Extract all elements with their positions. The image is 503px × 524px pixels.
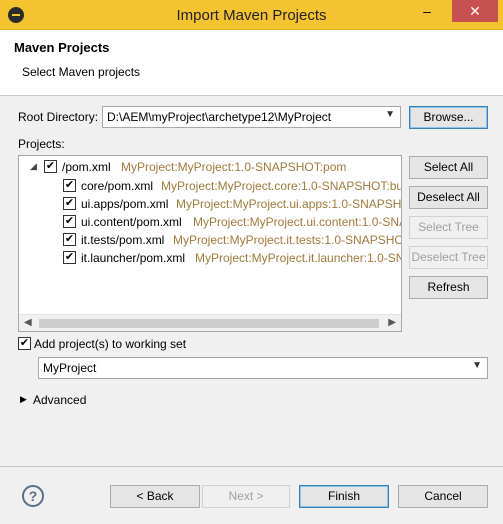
tree-row[interactable]: ✔ it.launcher/pom.xml MyProject:MyProjec…: [19, 249, 401, 267]
project-checkbox[interactable]: ✔: [63, 197, 76, 210]
project-name: ui.content/pom.xml: [81, 215, 182, 229]
projects-tree[interactable]: ◢ ✔ /pom.xml MyProject:MyProject:1.0-SNA…: [18, 155, 402, 332]
tree-row[interactable]: ◢ ✔ /pom.xml MyProject:MyProject:1.0-SNA…: [19, 158, 401, 176]
tree-row[interactable]: ✔ core/pom.xml MyProject:MyProject.core:…: [19, 177, 401, 195]
chevron-down-icon[interactable]: ▼: [472, 360, 482, 371]
project-checkbox[interactable]: ✔: [63, 179, 76, 192]
refresh-button[interactable]: Refresh: [409, 276, 488, 299]
project-name: /pom.xml: [62, 160, 111, 174]
cancel-button[interactable]: Cancel: [398, 485, 488, 508]
project-description: MyProject:MyProject:1.0-SNAPSHOT:pom: [121, 160, 347, 174]
project-description: MyProject:MyProject.ui.content:1.0-SNA: [193, 215, 402, 229]
project-description: MyProject:MyProject.core:1.0-SNAPSHOT:bu: [161, 179, 402, 193]
project-description: MyProject:MyProject.ui.apps:1.0-SNAPSHO: [176, 197, 402, 211]
working-set-combo[interactable]: MyProject ▼: [38, 357, 488, 379]
projects-label: Projects:: [18, 137, 65, 151]
chevron-down-icon[interactable]: ▼: [385, 109, 395, 120]
browse-button[interactable]: Browse...: [409, 106, 488, 129]
deselect-tree-button[interactable]: Deselect Tree: [409, 246, 488, 269]
root-directory-label: Root Directory:: [18, 110, 99, 124]
page-subtitle: Select Maven projects: [22, 65, 141, 79]
working-set-value: MyProject: [43, 361, 97, 375]
root-directory-combo[interactable]: D:\AEM\myProject\archetype12\MyProject ▼: [102, 106, 401, 128]
working-set-label: Add project(s) to working set: [34, 337, 187, 351]
select-all-button[interactable]: Select All: [409, 156, 488, 179]
tree-row[interactable]: ✔ it.tests/pom.xml MyProject:MyProject.i…: [19, 231, 401, 249]
horizontal-scrollbar[interactable]: ◀ ▶: [19, 314, 401, 331]
project-checkbox[interactable]: ✔: [63, 251, 76, 264]
project-checkbox[interactable]: ✔: [63, 233, 76, 246]
back-button[interactable]: < Back: [110, 485, 200, 508]
project-checkbox[interactable]: ✔: [44, 160, 57, 173]
project-name: core/pom.xml: [81, 179, 154, 193]
footer-separator: [0, 466, 503, 467]
advanced-toggle[interactable]: Advanced: [33, 393, 86, 407]
chevron-down-icon[interactable]: ◢: [30, 161, 37, 172]
working-set-checkbox[interactable]: ✔: [18, 337, 31, 350]
scroll-right-icon[interactable]: ▶: [388, 317, 396, 328]
project-description: MyProject:MyProject.it.tests:1.0-SNAPSHO…: [173, 233, 402, 247]
close-button[interactable]: ✕: [452, 0, 498, 22]
page-title: Maven Projects: [14, 40, 110, 55]
select-tree-button[interactable]: Select Tree: [409, 216, 488, 239]
scroll-left-icon[interactable]: ◀: [24, 317, 32, 328]
wizard-header: Maven Projects Select Maven projects: [0, 30, 503, 96]
title-bar: Import Maven Projects – ✕: [0, 0, 503, 30]
next-button[interactable]: Next >: [202, 485, 290, 508]
project-name: ui.apps/pom.xml: [81, 197, 169, 211]
deselect-all-button[interactable]: Deselect All: [409, 186, 488, 209]
project-checkbox[interactable]: ✔: [63, 215, 76, 228]
project-name: it.tests/pom.xml: [81, 233, 165, 247]
minimize-button[interactable]: –: [412, 0, 442, 22]
finish-button[interactable]: Finish: [299, 485, 389, 508]
scrollbar-thumb[interactable]: [39, 319, 379, 328]
help-icon[interactable]: ?: [22, 485, 44, 507]
project-description: MyProject:MyProject.it.launcher:1.0-SN: [195, 251, 402, 265]
root-directory-value: D:\AEM\myProject\archetype12\MyProject: [107, 110, 332, 124]
tree-row[interactable]: ✔ ui.content/pom.xml MyProject:MyProject…: [19, 213, 401, 231]
project-name: it.launcher/pom.xml: [81, 251, 186, 265]
chevron-right-icon[interactable]: ▶: [20, 394, 27, 405]
tree-row[interactable]: ✔ ui.apps/pom.xml MyProject:MyProject.ui…: [19, 195, 401, 213]
